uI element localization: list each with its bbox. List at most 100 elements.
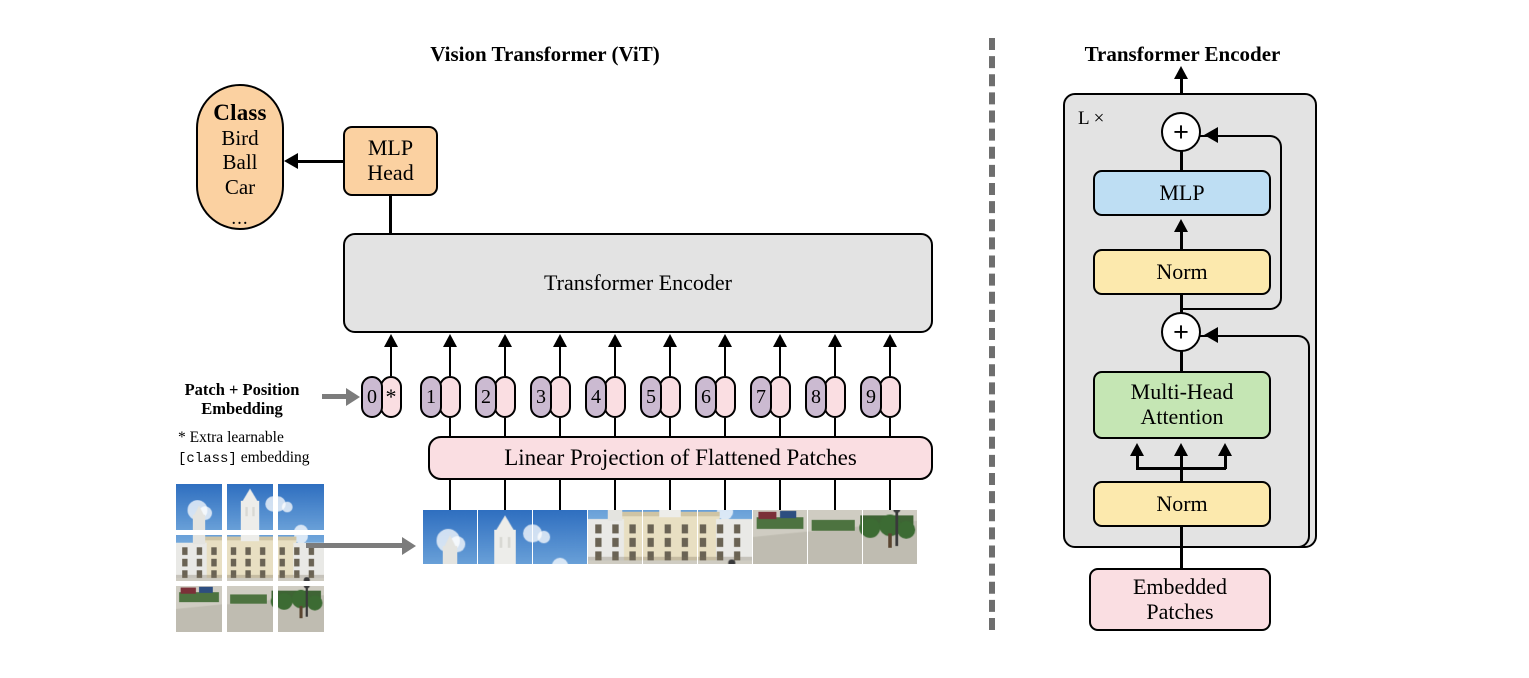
token-position-pill-1: 1 bbox=[420, 376, 442, 418]
repeat-count-label: L × bbox=[1078, 108, 1105, 129]
add-bottom-to-attention-line bbox=[1180, 350, 1183, 372]
token-0: 0 * bbox=[361, 376, 402, 418]
source-patch-r1-c2 bbox=[278, 535, 324, 581]
mlphead-to-encoder-line bbox=[389, 195, 392, 235]
token-up-line-6 bbox=[723, 346, 727, 376]
embedding-label-arrow-shaft bbox=[322, 394, 348, 399]
token-position-pill-8: 8 bbox=[805, 376, 827, 418]
token-position-pill-9: 9 bbox=[860, 376, 882, 418]
embedded-patches-line2: Patches bbox=[1146, 598, 1214, 624]
normbottom-to-embedded-line bbox=[1180, 526, 1183, 571]
footnote-line2-suffix: embedding bbox=[236, 449, 310, 467]
token-up-line-3 bbox=[558, 346, 562, 376]
encoder-output-arrowhead bbox=[1174, 66, 1188, 79]
transformer-encoder-bar-label: Transformer Encoder bbox=[544, 269, 732, 295]
token-position-pill-5: 5 bbox=[640, 376, 662, 418]
mlphead-to-class-line bbox=[297, 160, 343, 163]
token-embedding-pill-6 bbox=[714, 376, 736, 418]
qkv-left-stem bbox=[1136, 455, 1139, 469]
token-2: 2 bbox=[475, 376, 516, 418]
token-position-pill-2: 2 bbox=[475, 376, 497, 418]
panel-divider bbox=[989, 38, 995, 630]
mlp-block: MLP bbox=[1093, 170, 1271, 216]
token-1: 1 bbox=[420, 376, 461, 418]
token-down-line-4 bbox=[613, 418, 617, 436]
token-down-line-5 bbox=[668, 418, 672, 436]
flattened-patch-1 bbox=[423, 510, 477, 564]
token-embedding-pill-3 bbox=[549, 376, 571, 418]
token-up-line-0 bbox=[389, 346, 393, 376]
class-output-pill: Class Bird Ball Car ... bbox=[196, 84, 284, 230]
norm-bottom-label: Norm bbox=[1156, 490, 1208, 516]
token-down-line-9 bbox=[888, 418, 892, 436]
token-embedding-pill-4 bbox=[604, 376, 626, 418]
patch-position-embedding-label: Patch + Position Embedding bbox=[168, 380, 316, 419]
flattened-patch-6 bbox=[698, 510, 752, 564]
footnote-line1: * Extra learnable bbox=[178, 429, 284, 446]
token-down-line-7 bbox=[778, 418, 782, 436]
source-patch-r1-c0 bbox=[176, 535, 222, 581]
mlp-head-line2: Head bbox=[367, 160, 414, 185]
qkv-right-stem bbox=[1224, 455, 1227, 469]
mlp-block-label: MLP bbox=[1159, 179, 1205, 205]
flattened-patch-9 bbox=[863, 510, 917, 564]
source-patch-r2-c1 bbox=[227, 586, 273, 632]
token-up-arrowhead-2 bbox=[498, 334, 512, 347]
token-down-line-8 bbox=[833, 418, 837, 436]
token-up-arrowhead-5 bbox=[663, 334, 677, 347]
qkv-arrow-left bbox=[1130, 443, 1144, 456]
extra-learnable-footnote: * Extra learnable [class] embedding bbox=[178, 428, 310, 469]
grid-to-strip-arrow-shaft bbox=[306, 543, 404, 548]
token-up-line-9 bbox=[888, 346, 892, 376]
flattened-patch-4 bbox=[588, 510, 642, 564]
embedding-label-arrow-head bbox=[346, 388, 360, 406]
token-up-line-2 bbox=[503, 346, 507, 376]
token-4: 4 bbox=[585, 376, 626, 418]
flattened-patch-5 bbox=[643, 510, 697, 564]
token-embedding-pill-2 bbox=[494, 376, 516, 418]
norm-block-bottom: Norm bbox=[1093, 481, 1271, 527]
token-8: 8 bbox=[805, 376, 846, 418]
token-embedding-pill-0: * bbox=[380, 376, 402, 418]
flattened-patch-7 bbox=[753, 510, 807, 564]
attention-line1: Multi-Head bbox=[1130, 379, 1234, 405]
token-position-pill-3: 3 bbox=[530, 376, 552, 418]
token-3: 3 bbox=[530, 376, 571, 418]
token-position-pill-7: 7 bbox=[750, 376, 772, 418]
normtop-to-mlp-arrowhead bbox=[1174, 219, 1188, 232]
source-patch-r0-c1 bbox=[227, 484, 273, 530]
class-heading: Class bbox=[213, 100, 267, 125]
token-up-line-1 bbox=[448, 346, 452, 376]
token-up-line-7 bbox=[778, 346, 782, 376]
mlphead-to-class-arrowhead bbox=[284, 153, 298, 169]
mlp-head-box: MLP Head bbox=[343, 126, 438, 196]
token-up-arrowhead-0 bbox=[384, 334, 398, 347]
footnote-line2: [class] embedding bbox=[178, 448, 310, 468]
class-item-bird: Bird bbox=[221, 125, 259, 150]
token-9: 9 bbox=[860, 376, 901, 418]
class-item-car: Car bbox=[224, 174, 256, 199]
vit-architecture-diagram: Vision Transformer (ViT) Class Bird Ball… bbox=[0, 0, 1529, 678]
linear-projection-label: Linear Projection of Flattened Patches bbox=[504, 445, 857, 471]
qkv-arrow-right bbox=[1218, 443, 1232, 456]
right-panel-title: Transformer Encoder bbox=[1084, 42, 1281, 66]
token-up-arrowhead-6 bbox=[718, 334, 732, 347]
token-down-line-3 bbox=[558, 418, 562, 436]
attention-residual-arrowhead bbox=[1204, 327, 1218, 343]
token-up-arrowhead-1 bbox=[443, 334, 457, 347]
mlp-head-line1: MLP bbox=[367, 135, 414, 161]
token-embedding-pill-8 bbox=[824, 376, 846, 418]
token-down-line-6 bbox=[723, 418, 727, 436]
token-up-arrowhead-7 bbox=[773, 334, 787, 347]
normtop-to-mlp-line bbox=[1180, 230, 1183, 250]
token-up-line-8 bbox=[833, 346, 837, 376]
token-up-line-5 bbox=[668, 346, 672, 376]
patch-position-line1: Patch + Position bbox=[184, 380, 300, 399]
add-top-to-mlp-line bbox=[1180, 150, 1183, 172]
class-item-ball: Ball bbox=[222, 150, 258, 175]
qkv-arrow-center bbox=[1174, 443, 1188, 456]
token-7: 7 bbox=[750, 376, 791, 418]
token-6: 6 bbox=[695, 376, 736, 418]
flattened-patch-8 bbox=[808, 510, 862, 564]
residual-add-top: + bbox=[1161, 112, 1201, 152]
